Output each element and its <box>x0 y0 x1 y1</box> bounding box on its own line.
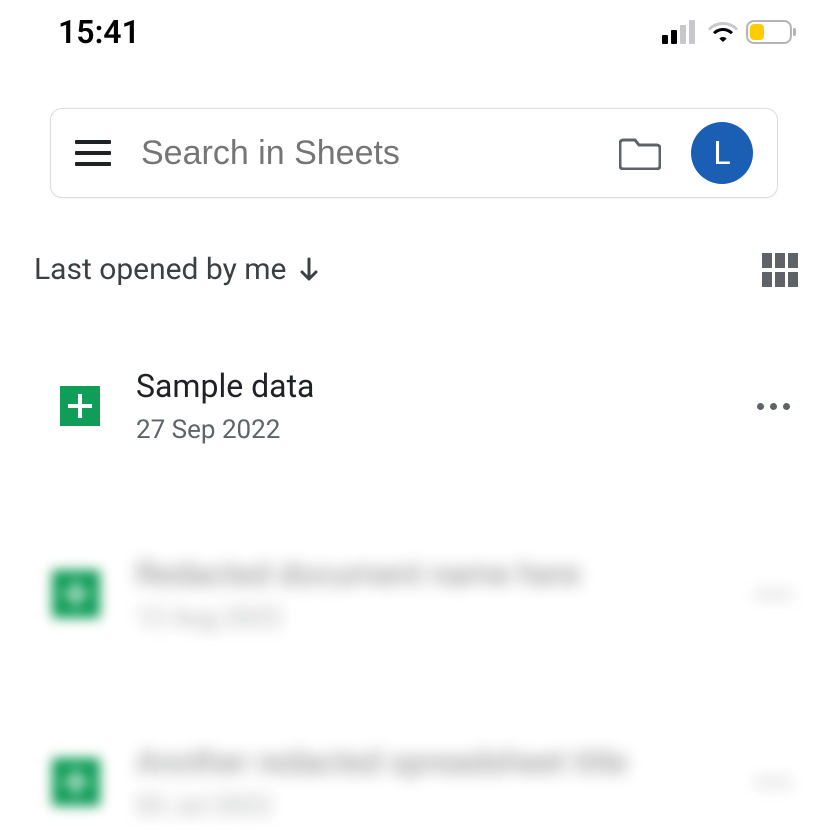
file-date: 12 Aug 2022 <box>136 603 713 633</box>
search-bar: L <box>50 108 778 198</box>
avatar[interactable]: L <box>691 122 753 184</box>
grid-view-icon[interactable] <box>762 253 798 287</box>
file-title: Sample data <box>136 367 713 405</box>
file-date: 03 Jul 2022 <box>136 791 713 821</box>
file-info: Sample data 27 Sep 2022 <box>136 367 713 445</box>
sheets-icon <box>60 386 100 426</box>
file-title: Redacted document name here <box>136 555 713 593</box>
more-options-icon[interactable] <box>749 583 798 606</box>
avatar-initial: L <box>713 134 730 172</box>
wifi-icon <box>708 21 738 43</box>
file-item[interactable]: Another redacted spreadsheet title 03 Ju… <box>0 729 828 835</box>
sort-row: Last opened by me <box>34 252 798 287</box>
folder-icon[interactable] <box>619 136 661 170</box>
file-info: Redacted document name here 12 Aug 2022 <box>136 555 713 633</box>
sheets-icon <box>52 758 100 806</box>
status-time: 15:41 <box>58 13 140 51</box>
file-item[interactable]: Sample data 27 Sep 2022 <box>0 353 828 459</box>
more-options-icon[interactable] <box>749 395 798 418</box>
menu-icon[interactable] <box>75 140 111 166</box>
file-list: Sample data 27 Sep 2022 Redacted documen… <box>0 353 828 835</box>
status-bar: 15:41 <box>0 0 828 60</box>
file-item[interactable]: Redacted document name here 12 Aug 2022 <box>0 541 828 647</box>
file-date: 27 Sep 2022 <box>136 415 713 445</box>
sheets-icon <box>52 570 100 618</box>
more-options-icon[interactable] <box>749 771 798 794</box>
chevron-down-icon <box>296 257 322 283</box>
file-title: Another redacted spreadsheet title <box>136 743 713 781</box>
sort-dropdown[interactable]: Last opened by me <box>34 252 322 287</box>
cellular-icon <box>662 20 700 44</box>
battery-icon <box>746 20 798 44</box>
status-icons <box>662 20 798 44</box>
sort-label-text: Last opened by me <box>34 252 286 287</box>
search-input[interactable] <box>141 134 589 173</box>
